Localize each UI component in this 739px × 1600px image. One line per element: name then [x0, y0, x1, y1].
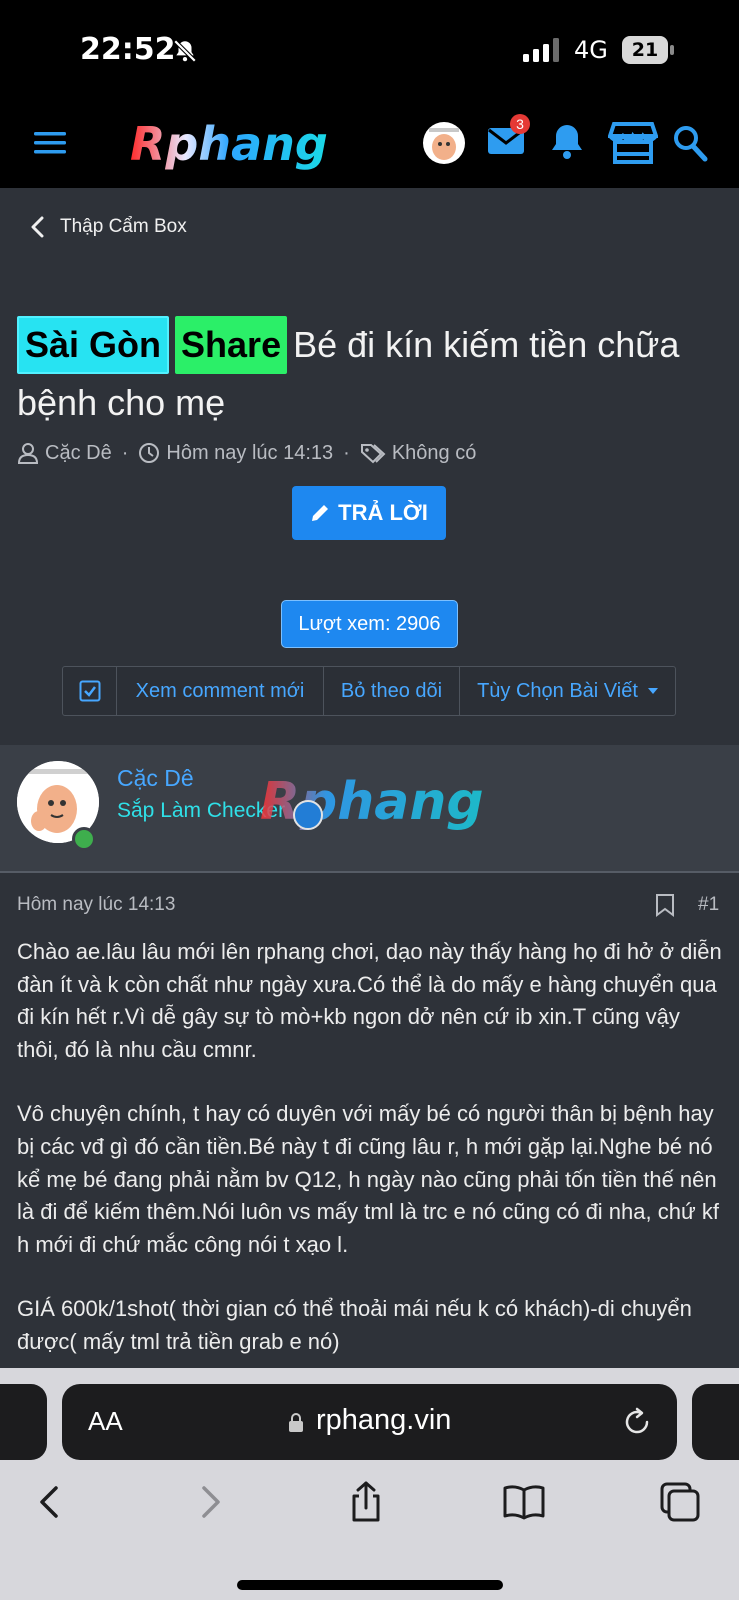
tags-icon [360, 444, 386, 464]
user-avatar[interactable] [423, 122, 465, 164]
bell-off-icon [173, 39, 197, 63]
post-paragraph: GIÁ 600k/1shot( thời gian có thể thoải m… [17, 1296, 692, 1354]
chevron-left-icon [31, 216, 44, 238]
unfollow-button[interactable]: Bỏ theo dõi [324, 667, 460, 715]
checkbox-icon [79, 680, 100, 702]
thread-options-dropdown[interactable]: Tùy Chọn Bài Viết [460, 667, 675, 715]
svg-text:Rphang: Rphang [260, 772, 484, 832]
new-comments-button[interactable]: Xem comment mới [117, 667, 324, 715]
shop-icon[interactable] [608, 120, 658, 166]
post-paragraph: Chào ae.lâu lâu mới lên rphang chơi, dạo… [17, 939, 722, 1062]
battery-level: 21 [631, 39, 659, 61]
reply-button-label: TRẢ LỜI [338, 500, 428, 525]
search-icon[interactable] [672, 124, 708, 162]
thread-date[interactable]: Hôm nay lúc 14:13 [166, 442, 333, 465]
mail-badge: 3 [510, 114, 530, 134]
cellular-signal-icon [523, 38, 559, 62]
user-icon [17, 443, 39, 464]
post-author-name[interactable]: Cặc Dê [117, 765, 194, 792]
thread-options-label: Tùy Chọn Bài Viết [477, 679, 638, 702]
thread-meta: Cặc Dê · Hôm nay lúc 14:13 · Không có [17, 438, 476, 468]
url-text[interactable]: rphang.vin [316, 1404, 451, 1437]
prefix-tag-saigon[interactable]: Sài Gòn [17, 316, 170, 374]
back-icon[interactable] [28, 1480, 72, 1524]
clock-icon [139, 443, 160, 463]
post-body: Chào ae.lâu lâu mới lên rphang chơi, dạo… [17, 936, 722, 1369]
online-status-icon [72, 827, 96, 851]
lock-icon [289, 1413, 303, 1432]
status-time: 22:52 [80, 32, 176, 67]
previous-tab-preview[interactable] [0, 1384, 47, 1460]
caret-down-icon [647, 688, 658, 694]
reload-icon[interactable] [621, 1406, 653, 1438]
reader-settings-button[interactable]: AA [88, 1406, 123, 1437]
svg-text:Rphang: Rphang [130, 117, 328, 171]
watermark-logo: Rphang [260, 772, 484, 832]
view-count-badge: Lượt xem: 2906 [281, 600, 458, 648]
bookmarks-icon[interactable] [502, 1480, 546, 1524]
post-paragraph: Vô chuyện chính, t hay có duyên với mấy … [17, 1101, 719, 1257]
hamburger-menu-icon[interactable] [34, 128, 68, 158]
thread-title-block: Sài Gòn Share Bé đi kín kiếm tiền chữa bện… [17, 316, 722, 432]
tabs-icon[interactable] [658, 1480, 702, 1524]
breadcrumb-label: Thập Cẩm Box [60, 216, 187, 237]
address-bar[interactable]: AA rphang.vin [62, 1384, 677, 1460]
next-tab-preview[interactable] [692, 1384, 739, 1460]
bookmark-icon[interactable] [654, 893, 676, 917]
select-checkbox[interactable] [63, 667, 117, 715]
post-author-panel: Cặc Dê Sắp Làm Checker Rphang [0, 745, 739, 873]
site-header: Rphang 3 [0, 100, 739, 188]
thread-author[interactable]: Cặc Dê [45, 442, 112, 465]
pencil-icon [312, 505, 329, 521]
site-logo[interactable]: Rphang [126, 116, 352, 172]
thread-tags: Không có [391, 441, 477, 464]
reply-button[interactable]: TRẢ LỜI [292, 486, 446, 540]
status-bar: 22:52 4G 21 [0, 0, 739, 100]
breadcrumb[interactable]: Thập Cẩm Box [28, 212, 187, 242]
browser-toolbar: AA rphang.vin [0, 1368, 739, 1600]
post-number[interactable]: #1 [698, 894, 719, 916]
forward-icon[interactable] [188, 1480, 232, 1524]
post-date[interactable]: Hôm nay lúc 14:13 [17, 894, 175, 916]
notification-bell-icon[interactable] [548, 122, 586, 162]
share-icon[interactable] [344, 1480, 388, 1524]
battery-icon: 21 [622, 36, 674, 64]
thread-toolbar: Xem comment mới Bỏ theo dõi Tùy Chọn Bài… [62, 666, 676, 716]
network-type: 4G [574, 36, 608, 64]
prefix-tag-share[interactable]: Share [175, 316, 288, 374]
home-indicator[interactable] [237, 1580, 503, 1590]
